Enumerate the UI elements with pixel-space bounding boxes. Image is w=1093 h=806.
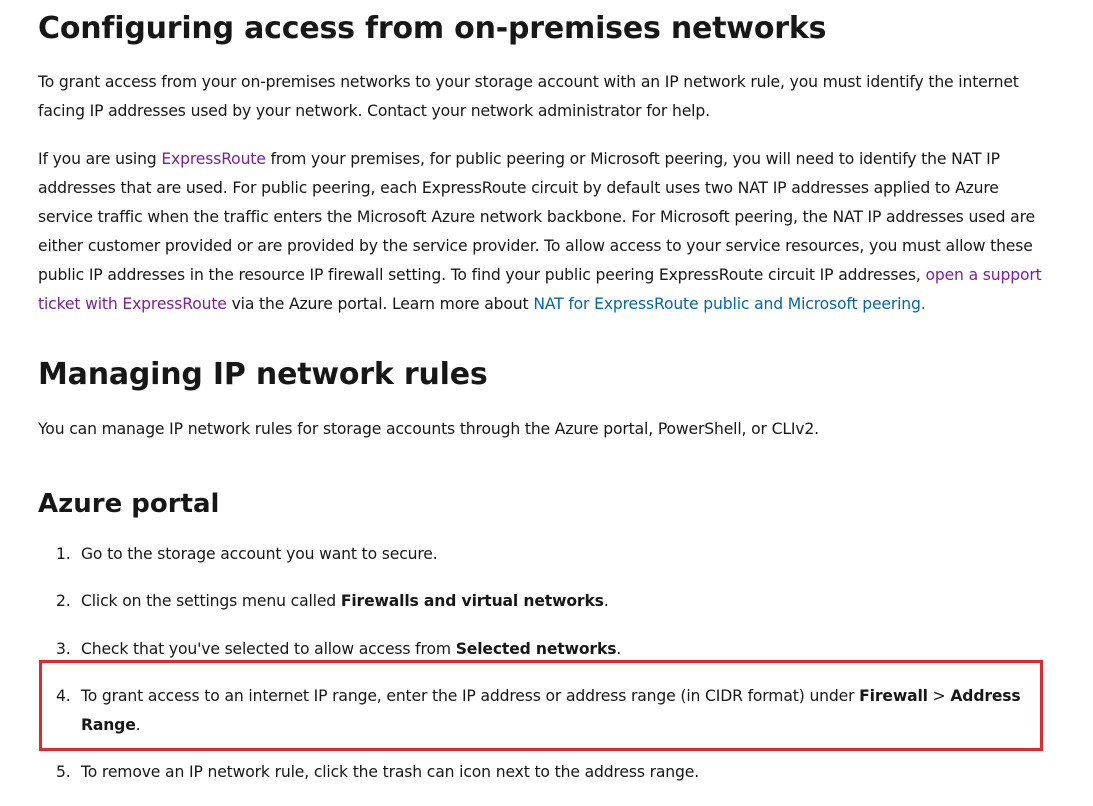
list-item: 5. To remove an IP network rule, click t…: [38, 758, 1048, 787]
paragraph-expressroute: If you are using ExpressRoute from your …: [38, 145, 1053, 319]
nat-expressroute-link[interactable]: NAT for ExpressRoute public and Microsof…: [533, 295, 925, 313]
list-item-number: 2.: [56, 592, 71, 610]
expressroute-link[interactable]: ExpressRoute: [161, 150, 266, 168]
list-item-text: To remove an IP network rule, click the …: [81, 763, 699, 781]
heading-managing-rules: Managing IP network rules: [38, 357, 488, 392]
paragraph-onprem-intro: To grant access from your on-premises ne…: [38, 73, 1019, 120]
paragraph-managing-rules: You can manage IP network rules for stor…: [38, 420, 819, 438]
list-item-number: 1.: [56, 545, 71, 563]
list-item-text: Go to the storage account you want to se…: [81, 545, 438, 563]
list-item-bold: Selected networks: [455, 640, 617, 658]
list-item-text-part: Click on the settings menu called: [81, 592, 341, 610]
paragraph-expressroute-text: from your premises, for public peering o…: [38, 150, 1035, 284]
list-item: 2. Click on the settings menu called Fir…: [38, 587, 1048, 616]
heading-azure-portal: Azure portal: [38, 489, 220, 519]
list-item: 1. Go to the storage account you want to…: [38, 540, 1048, 569]
list-item-text-part: .: [616, 640, 622, 658]
paragraph-expressroute-text: via the Azure portal. Learn more about: [226, 295, 534, 313]
list-item-text: Click on the settings menu called Firewa…: [81, 587, 1048, 616]
paragraph-expressroute-text: If you are using: [38, 150, 162, 168]
heading-onprem: Configuring access from on-premises netw…: [38, 11, 827, 46]
list-item-number: 5.: [56, 763, 71, 781]
list-item-text-part: Check that you've selected to allow acce…: [81, 640, 456, 658]
list-item-bold: Firewalls and virtual networks: [340, 592, 604, 610]
highlight-box: [39, 660, 1043, 751]
list-item-text-part: .: [603, 592, 609, 610]
